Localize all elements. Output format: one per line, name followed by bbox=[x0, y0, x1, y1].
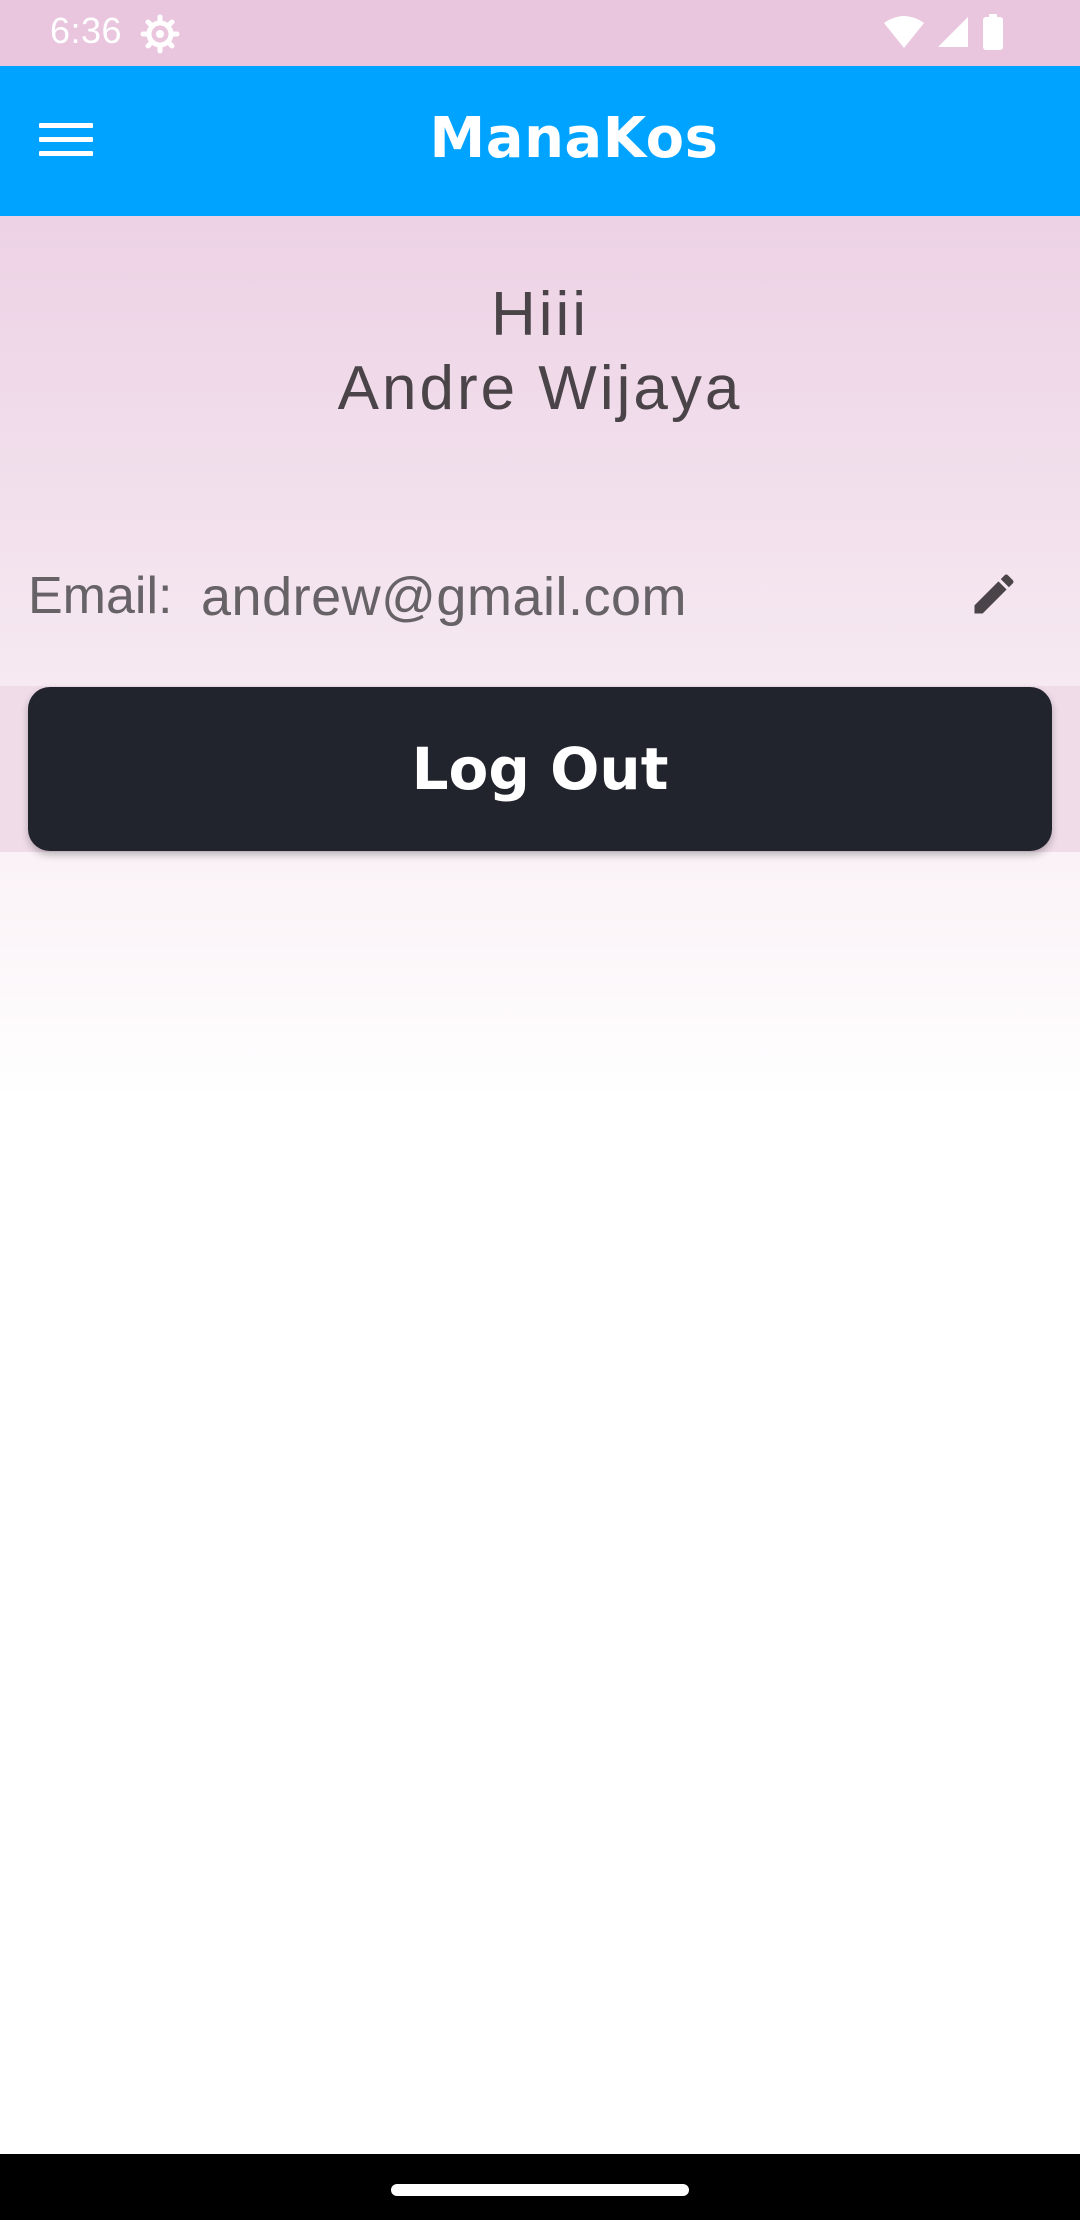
profile-screen: 6:36 ManaKos Hiii Andre Wijaya Email: an… bbox=[0, 0, 1080, 2220]
system-nav-bar bbox=[0, 2154, 1080, 2220]
wifi-icon bbox=[884, 15, 924, 53]
pencil-icon bbox=[968, 568, 1020, 624]
app-title: ManaKos bbox=[429, 106, 719, 171]
greeting-text: Hiii bbox=[490, 280, 590, 349]
logout-label: Log Out bbox=[411, 735, 669, 803]
greeting-block: Hiii Andre Wijaya bbox=[0, 278, 1080, 426]
status-bar: 6:36 bbox=[0, 0, 1080, 66]
settings-gear-icon bbox=[140, 14, 180, 54]
email-label: Email: bbox=[28, 567, 173, 625]
email-row: Email: andrew@gmail.com bbox=[28, 560, 1058, 634]
logout-button[interactable]: Log Out bbox=[28, 687, 1052, 851]
status-icons bbox=[884, 14, 1004, 54]
status-time: 6:36 bbox=[50, 10, 123, 51]
user-name: Andre Wijaya bbox=[337, 354, 743, 423]
cell-signal-icon bbox=[936, 15, 970, 53]
edit-email-button[interactable] bbox=[958, 560, 1030, 632]
home-indicator[interactable] bbox=[391, 2184, 689, 2196]
app-bar: ManaKos bbox=[0, 66, 1080, 216]
battery-icon bbox=[982, 14, 1004, 54]
email-value: andrew@gmail.com bbox=[201, 567, 687, 627]
